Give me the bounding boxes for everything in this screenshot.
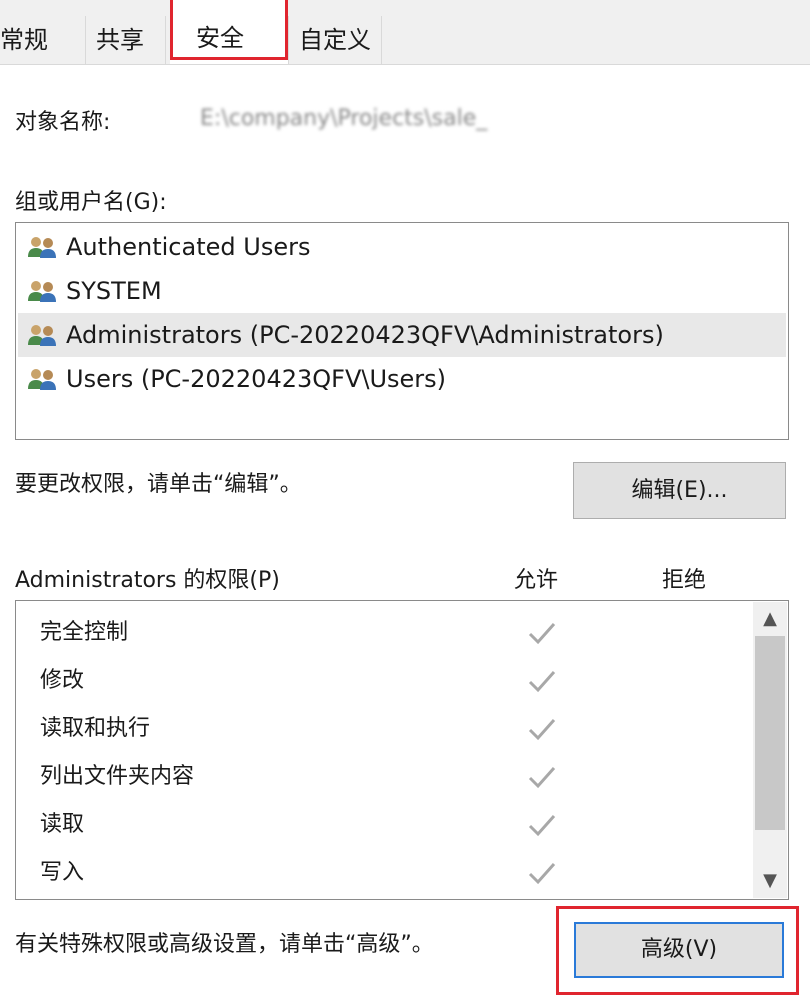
scroll-thumb[interactable]: [755, 636, 785, 830]
tab-custom[interactable]: 自定义: [288, 16, 382, 64]
permissions-list[interactable]: 完全控制 修改 读取和执行 列出文件夹内容 读取 写入 ▲ ▼: [15, 600, 789, 900]
allow-check-icon: [528, 863, 556, 885]
permission-row: 修改: [40, 657, 740, 705]
tab-general[interactable]: 常规: [0, 16, 86, 64]
permission-name: 写入: [40, 860, 85, 885]
permissions-title: Administrators 的权限(P): [15, 568, 280, 593]
allow-check-icon: [528, 671, 556, 693]
object-name-label: 对象名称:: [15, 110, 111, 135]
allow-check-icon: [528, 719, 556, 741]
permission-row: 写入: [40, 849, 740, 897]
user-name: Administrators (PC-20220423QFV\Administr…: [66, 321, 664, 349]
allow-check-icon: [528, 767, 556, 789]
tab-sharing[interactable]: 共享: [86, 16, 166, 64]
users-icon: [28, 281, 56, 302]
permission-row: 读取: [40, 801, 740, 849]
edit-button[interactable]: 编辑(E)...: [573, 462, 786, 519]
user-name: Authenticated Users: [66, 233, 311, 261]
tab-security[interactable]: 安全: [170, 0, 288, 64]
user-row-users[interactable]: Users (PC-20220423QFV\Users): [18, 357, 786, 401]
advanced-button[interactable]: 高级(V): [574, 922, 784, 978]
tab-bar: 常规 共享 安全 自定义: [0, 0, 810, 65]
permission-name: 读取和执行: [40, 716, 151, 741]
permission-name: 读取: [40, 812, 85, 837]
advanced-hint: 有关特殊权限或高级设置，请单击“高级”。: [15, 932, 434, 957]
scroll-down-icon[interactable]: ▼: [753, 864, 787, 898]
users-list[interactable]: Authenticated Users SYSTEM Administrator…: [15, 222, 789, 440]
scrollbar[interactable]: ▲ ▼: [753, 602, 787, 898]
edit-hint: 要更改权限，请单击“编辑”。: [15, 472, 302, 497]
user-row-system[interactable]: SYSTEM: [18, 269, 786, 313]
users-icon: [28, 325, 56, 346]
group-user-label: 组或用户名(G):: [15, 190, 167, 215]
users-icon: [28, 237, 56, 258]
permission-row: 列出文件夹内容: [40, 753, 740, 801]
user-row-authenticated-users[interactable]: Authenticated Users: [18, 225, 786, 269]
allow-check-icon: [528, 815, 556, 837]
user-row-administrators[interactable]: Administrators (PC-20220423QFV\Administr…: [18, 313, 786, 357]
user-name: Users (PC-20220423QFV\Users): [66, 365, 447, 393]
scroll-up-icon[interactable]: ▲: [753, 602, 787, 636]
permission-row: 读取和执行: [40, 705, 740, 753]
permission-name: 完全控制: [40, 620, 129, 645]
allow-column-header: 允许: [514, 568, 559, 593]
users-icon: [28, 369, 56, 390]
permission-name: 列出文件夹内容: [40, 764, 195, 789]
permission-row: 完全控制: [40, 609, 740, 657]
deny-column-header: 拒绝: [662, 568, 707, 593]
permission-name: 修改: [40, 668, 85, 693]
allow-check-icon: [528, 623, 556, 645]
object-name-value: E:\company\Projects\sale_: [200, 106, 488, 131]
user-name: SYSTEM: [66, 277, 162, 305]
